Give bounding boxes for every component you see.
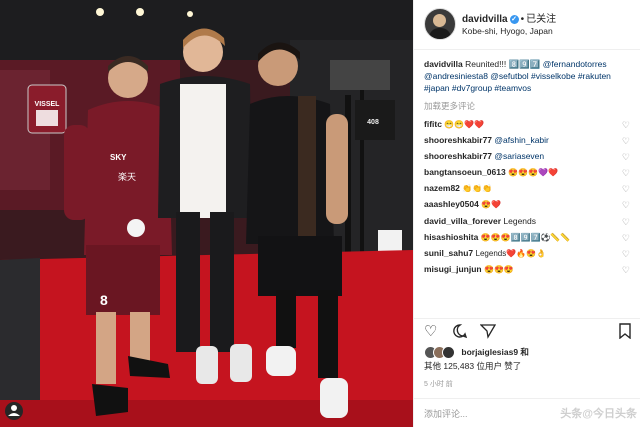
comment-like-icon[interactable]: ♡: [622, 264, 630, 276]
sponsor-1: SKY: [110, 153, 127, 162]
add-comment-bar: 添加评论... 头条@今日头条: [414, 398, 640, 427]
comment-username[interactable]: nazem82: [424, 183, 460, 193]
comment-username[interactable]: bangtansoeun_0613: [424, 167, 506, 177]
comment-row: bangtansoeun_0613 😍😍😍💜❤️ ♡: [424, 166, 634, 182]
comment-like-icon[interactable]: ♡: [622, 151, 630, 163]
comment-username[interactable]: shooreshkabir77: [424, 135, 492, 145]
likes-summary: borjaiglesias9 和 其他 125,483 位用户 赞了: [424, 346, 636, 371]
comment-text: 👏👏👏: [462, 184, 493, 194]
like-heart-icon[interactable]: ♡: [424, 323, 437, 341]
location-link[interactable]: Kobe-shi, Hyogo, Japan: [462, 26, 553, 36]
comment-username[interactable]: fifitc: [424, 119, 442, 129]
caption: davidvilla Reunited!!! 8️⃣9️⃣7️⃣ @fernan…: [424, 58, 634, 94]
comment-row: shooreshkabir77 @afshin_kabir ♡: [424, 134, 634, 150]
comment-text[interactable]: @afshin_kabir: [494, 135, 548, 145]
comment-text: Legends: [503, 215, 537, 226]
comment-row: fifitc 😁😁❤️❤️ ♡: [424, 118, 634, 134]
jersey-number: 8: [100, 292, 108, 308]
verified-badge-icon: ✓: [509, 14, 519, 24]
board-text: 408: [367, 119, 379, 126]
header-username[interactable]: davidvilla: [462, 14, 508, 25]
caption-text: Reunited!!! 8️⃣9️⃣7️⃣: [465, 59, 541, 69]
comment-text: 😍😍😍💜❤️: [508, 168, 558, 178]
comment-like-icon[interactable]: ♡: [622, 216, 630, 228]
comments-list: davidvilla Reunited!!! 8️⃣9️⃣7️⃣ @fernan…: [424, 58, 634, 279]
comment-row: nazem82 👏👏👏 ♡: [424, 182, 634, 198]
share-plane-icon[interactable]: [479, 323, 497, 344]
comment-like-icon[interactable]: ♡: [622, 232, 630, 244]
caption-username[interactable]: davidvilla: [424, 59, 463, 69]
avatar[interactable]: [424, 8, 456, 40]
post-time: 5 小时 前: [424, 381, 453, 388]
comment-username[interactable]: david_villa_forever: [424, 216, 501, 226]
post-photo[interactable]: VISSEL 408 8 SKY 楽天: [0, 0, 413, 427]
liker-avatar[interactable]: [442, 346, 455, 360]
comment-text[interactable]: @sariaseven: [494, 151, 544, 161]
load-more-comments[interactable]: 加载更多评论: [424, 100, 634, 112]
comment-row: hisashioshita 😍😍😍8️⃣9️⃣7️⃣⚽📏📏 ♡: [424, 231, 634, 247]
comment-bubble-icon[interactable]: [452, 323, 468, 344]
post-header: davidvilla ✓ • 已关注 Kobe-shi, Hyogo, Japan: [414, 0, 640, 50]
watermark: 头条@今日头条: [560, 408, 637, 420]
comment-username[interactable]: aaashley0504: [424, 199, 479, 209]
photo-scene: VISSEL 408 8 SKY 楽天: [0, 0, 413, 427]
comment-row: misugi_junjun 😍😍😍 ♡: [424, 263, 634, 279]
add-comment-input[interactable]: 添加评论...: [424, 407, 468, 420]
comment-username[interactable]: sunil_sahu7: [424, 248, 473, 258]
likes-count[interactable]: 其他 125,483 位用户 赞了: [424, 360, 521, 372]
comment-like-icon[interactable]: ♡: [622, 167, 630, 179]
comment-like-icon[interactable]: ♡: [622, 199, 630, 211]
separator-dot: •: [520, 14, 525, 25]
comment-row: david_villa_forever Legends ♡: [424, 215, 634, 231]
comment-text: 😍😍😍8️⃣9️⃣7️⃣⚽📏📏: [480, 232, 571, 242]
bookmark-icon[interactable]: [618, 323, 632, 344]
comment-like-icon[interactable]: ♡: [622, 183, 630, 195]
post-panel: davidvilla ✓ • 已关注 Kobe-shi, Hyogo, Japan d…: [413, 0, 640, 427]
comment-like-icon[interactable]: ♡: [622, 135, 630, 147]
comment-text: Legends❤️🔥😍👌: [475, 248, 547, 258]
comment-row: shooreshkabir77 @sariaseven ♡: [424, 150, 634, 166]
sponsor-2: 楽天: [118, 171, 136, 182]
comment-text: 😍😍😍: [484, 264, 514, 274]
banner-text: VISSEL: [35, 101, 61, 108]
comment-row: aaashley0504 😍❤️ ♡: [424, 198, 634, 214]
comment-like-icon[interactable]: ♡: [622, 119, 630, 131]
comment-username[interactable]: hisashioshita: [424, 232, 478, 242]
comment-row: sunil_sahu7 Legends❤️🔥😍👌 ♡: [424, 247, 634, 263]
comment-text: 😍❤️: [481, 200, 502, 210]
comment-username[interactable]: misugi_junjun: [424, 264, 482, 274]
header-username-line: davidvilla ✓ • 已关注: [462, 10, 556, 25]
comment-like-icon[interactable]: ♡: [622, 248, 630, 260]
comment-text: 😁😁❤️❤️: [444, 120, 485, 129]
action-bar: ♡: [414, 318, 640, 344]
liked-by-user[interactable]: borjaiglesias9 和: [461, 347, 529, 357]
comment-username[interactable]: shooreshkabir77: [424, 151, 492, 161]
follow-button[interactable]: 已关注: [526, 14, 556, 25]
